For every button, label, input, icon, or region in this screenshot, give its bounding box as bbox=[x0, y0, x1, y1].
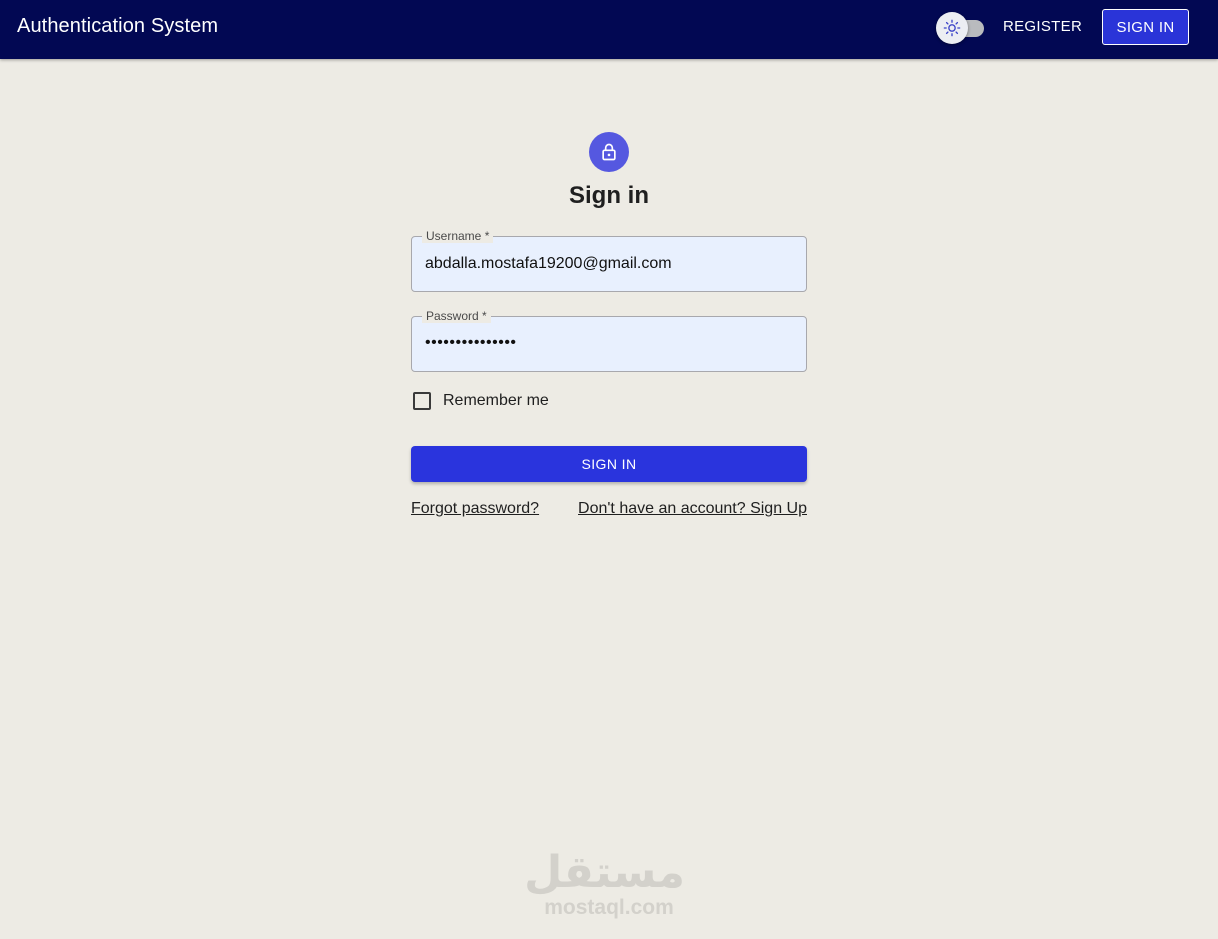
page-title: Sign in bbox=[569, 182, 649, 209]
register-button[interactable]: REGISTER bbox=[1003, 18, 1082, 35]
forgot-password-link[interactable]: Forgot password? bbox=[411, 500, 539, 518]
watermark-logo: مستقل bbox=[524, 848, 685, 897]
lock-avatar bbox=[589, 132, 629, 172]
remember-me[interactable]: Remember me bbox=[411, 390, 549, 412]
sun-icon bbox=[943, 19, 961, 37]
header-signin-button[interactable]: SIGN IN bbox=[1102, 9, 1189, 45]
app-title: Authentication System bbox=[17, 15, 219, 37]
watermark-domain: mostaql.com bbox=[544, 896, 674, 919]
username-field[interactable]: Username * abdalla.mostafa19200@gmail.co… bbox=[411, 229, 807, 292]
remember-label: Remember me bbox=[443, 392, 549, 409]
password-label: Password * bbox=[422, 309, 491, 323]
signin-submit-button[interactable]: SIGN IN bbox=[411, 446, 807, 482]
lock-icon bbox=[602, 143, 616, 161]
theme-toggle[interactable] bbox=[936, 12, 986, 44]
username-value[interactable]: abdalla.mostafa19200@gmail.com bbox=[425, 255, 672, 273]
password-value[interactable]: ••••••••••••••• bbox=[425, 334, 517, 352]
toggle-thumb[interactable] bbox=[936, 12, 968, 44]
signup-link[interactable]: Don't have an account? Sign Up bbox=[578, 500, 807, 518]
password-field[interactable]: Password * ••••••••••••••• bbox=[411, 309, 807, 372]
remember-checkbox[interactable] bbox=[413, 392, 431, 410]
username-label: Username * bbox=[422, 229, 494, 243]
app-bar: Authentication System REGISTER SIGN IN bbox=[0, 0, 1218, 59]
